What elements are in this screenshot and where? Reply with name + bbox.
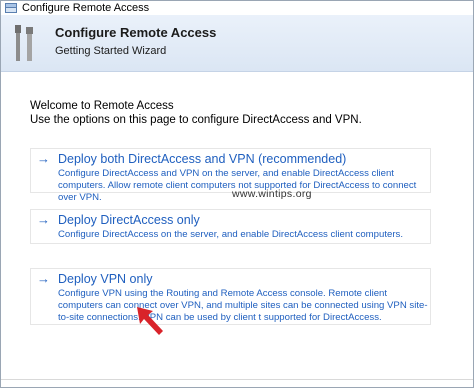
option-description: Configure DirectAccess on the server, an… (58, 229, 403, 240)
option-title[interactable]: Deploy DirectAccess only (58, 212, 200, 228)
red-pointer-arrow-icon (137, 307, 163, 335)
option-deploy-vpn-only[interactable]: → Deploy VPN only Configure VPN using th… (30, 268, 431, 325)
footer-divider (1, 379, 473, 380)
intro-welcome: Welcome to Remote Access (30, 100, 174, 112)
option-title[interactable]: Deploy both DirectAccess and VPN (recomm… (58, 151, 346, 167)
option-title[interactable]: Deploy VPN only (58, 271, 153, 287)
title-bar: Configure Remote Access (1, 1, 473, 15)
server-tools-icon (5, 3, 17, 13)
option-deploy-both[interactable]: → Deploy both DirectAccess and VPN (reco… (30, 148, 431, 203)
option-description: Configure VPN using the Routing and Remo… (58, 288, 428, 323)
option-deploy-directaccess-only[interactable]: → Deploy DirectAccess only Configure Dir… (30, 209, 431, 244)
wrench-screwdriver-icon (15, 25, 33, 61)
wizard-banner: Configure Remote Access Getting Started … (1, 15, 473, 72)
watermark: www.wintips.org (232, 188, 312, 200)
right-arrow-icon: → (37, 271, 50, 286)
right-arrow-icon: → (37, 151, 50, 166)
right-arrow-icon: → (37, 212, 50, 227)
intro-instructions: Use the options on this page to configur… (30, 114, 362, 126)
banner-title: Configure Remote Access (55, 25, 217, 40)
window-title: Configure Remote Access (22, 2, 150, 14)
intro-text: Welcome to Remote Access Use the options… (30, 99, 362, 127)
banner-subtitle: Getting Started Wizard (55, 45, 167, 57)
wizard-window: Configure Remote Access Configure Remote… (0, 0, 474, 388)
